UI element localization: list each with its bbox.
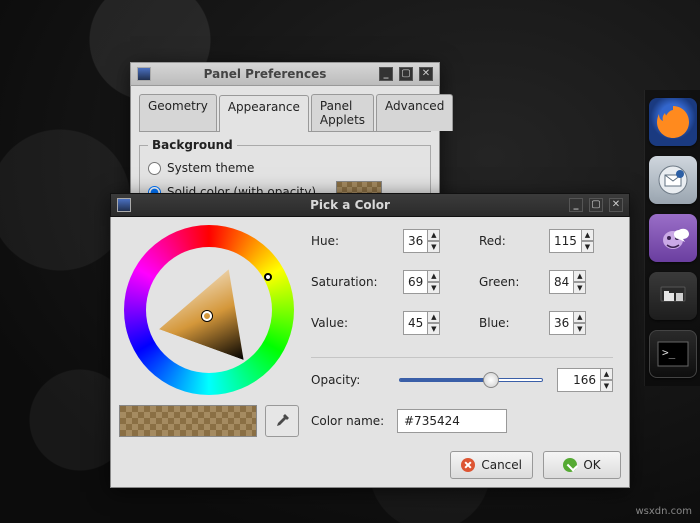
opacity-input[interactable]: 166 bbox=[557, 368, 601, 392]
radio-system-theme[interactable]: System theme bbox=[148, 158, 422, 178]
red-label: Red: bbox=[479, 234, 537, 248]
ok-label: OK bbox=[583, 458, 600, 472]
minimize-button[interactable]: _ bbox=[569, 198, 583, 212]
colorname-label: Color name: bbox=[311, 414, 385, 428]
blue-input[interactable]: 36 bbox=[549, 311, 574, 335]
red-input[interactable]: 115 bbox=[549, 229, 582, 253]
svg-text:>_: >_ bbox=[662, 346, 676, 359]
file-manager-icon[interactable] bbox=[649, 272, 697, 320]
opacity-fill bbox=[400, 378, 491, 382]
ok-icon bbox=[563, 458, 577, 472]
prefs-title: Panel Preferences bbox=[157, 67, 373, 81]
green-label: Green: bbox=[479, 275, 537, 289]
opacity-spin[interactable]: ▲▼ bbox=[601, 368, 613, 392]
green-input[interactable]: 84 bbox=[549, 270, 574, 294]
val-input[interactable]: 45 bbox=[403, 311, 428, 335]
close-button[interactable]: ✕ bbox=[419, 67, 433, 81]
sat-input[interactable]: 69 bbox=[403, 270, 428, 294]
opacity-label: Opacity: bbox=[311, 373, 385, 387]
hue-label: Hue: bbox=[311, 234, 391, 248]
firefox-icon[interactable] bbox=[649, 98, 697, 146]
color-wheel[interactable] bbox=[124, 225, 294, 395]
maximize-button[interactable]: ▢ bbox=[589, 198, 603, 212]
tab-appearance[interactable]: Appearance bbox=[219, 95, 309, 132]
radio-system-theme-label: System theme bbox=[167, 161, 254, 175]
color-titlebar[interactable]: Pick a Color _ ▢ ✕ bbox=[110, 193, 630, 217]
hue-input[interactable]: 36 bbox=[403, 229, 428, 253]
prefs-tabs: Geometry Appearance Panel Applets Advanc… bbox=[139, 94, 431, 132]
ok-button[interactable]: OK bbox=[543, 451, 621, 479]
background-legend: Background bbox=[148, 138, 237, 152]
val-spin[interactable]: ▲▼ bbox=[428, 311, 440, 335]
sv-cursor[interactable] bbox=[202, 311, 212, 321]
eyedropper-button[interactable] bbox=[265, 405, 299, 437]
dock-panel: >_ bbox=[644, 90, 700, 386]
val-label: Value: bbox=[311, 316, 391, 330]
terminal-icon[interactable]: >_ bbox=[649, 330, 697, 378]
blue-spin[interactable]: ▲▼ bbox=[574, 311, 586, 335]
window-icon bbox=[117, 198, 131, 212]
sat-label: Saturation: bbox=[311, 275, 391, 289]
color-title: Pick a Color bbox=[137, 198, 563, 212]
hue-marker[interactable] bbox=[264, 273, 272, 281]
blue-label: Blue: bbox=[479, 316, 537, 330]
red-spin[interactable]: ▲▼ bbox=[582, 229, 594, 253]
color-picker-window: Pick a Color _ ▢ ✕ Hue bbox=[110, 193, 630, 488]
current-color-swatch bbox=[119, 405, 257, 437]
close-button[interactable]: ✕ bbox=[609, 198, 623, 212]
tab-advanced[interactable]: Advanced bbox=[376, 94, 453, 131]
eyedropper-icon bbox=[273, 412, 291, 430]
cancel-icon bbox=[461, 458, 475, 472]
green-spin[interactable]: ▲▼ bbox=[574, 270, 586, 294]
opacity-thumb[interactable] bbox=[483, 372, 499, 388]
sat-spin[interactable]: ▲▼ bbox=[428, 270, 440, 294]
hue-spin[interactable]: ▲▼ bbox=[428, 229, 440, 253]
radio-system-theme-input[interactable] bbox=[148, 162, 161, 175]
maximize-button[interactable]: ▢ bbox=[399, 67, 413, 81]
pidgin-icon[interactable] bbox=[649, 214, 697, 262]
colorname-input[interactable]: #735424 bbox=[397, 409, 507, 433]
color-body: Hue: 36▲▼ Red: 115▲▼ Saturation: 69▲▼ Gr… bbox=[110, 217, 630, 488]
watermark: wsxdn.com bbox=[635, 506, 692, 517]
window-icon bbox=[137, 67, 151, 81]
opacity-slider[interactable] bbox=[399, 378, 543, 382]
tab-geometry[interactable]: Geometry bbox=[139, 94, 217, 131]
minimize-button[interactable]: _ bbox=[379, 67, 393, 81]
cancel-button[interactable]: Cancel bbox=[450, 451, 533, 479]
tab-applets[interactable]: Panel Applets bbox=[311, 94, 374, 131]
cancel-label: Cancel bbox=[481, 458, 522, 472]
mail-icon[interactable] bbox=[649, 156, 697, 204]
prefs-titlebar[interactable]: Panel Preferences _ ▢ ✕ bbox=[130, 62, 440, 86]
